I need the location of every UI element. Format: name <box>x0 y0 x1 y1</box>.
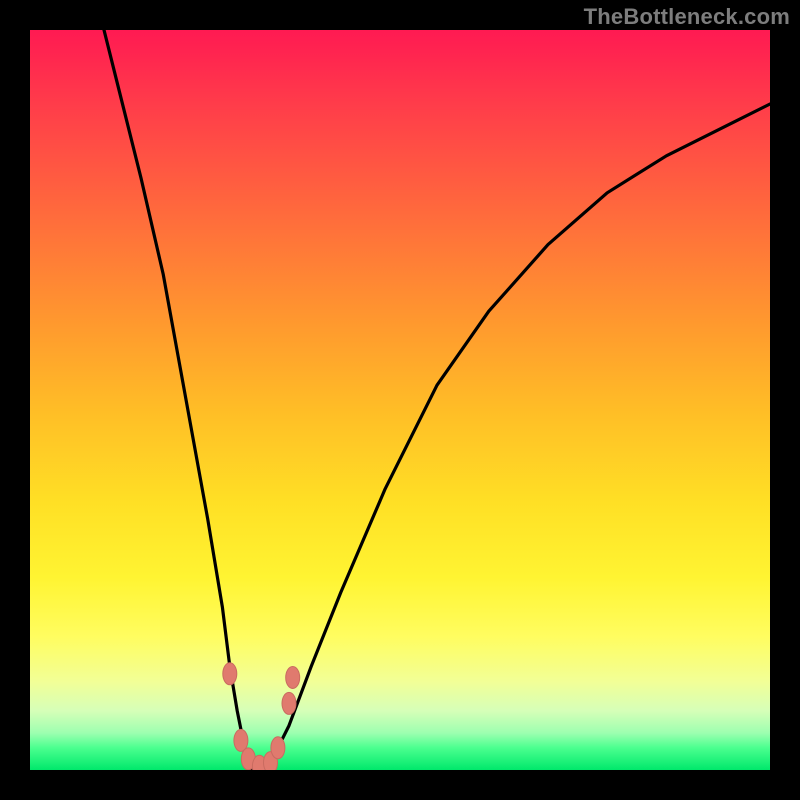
plot-area <box>30 30 770 770</box>
bottleneck-curve-svg <box>30 30 770 770</box>
bottleneck-marker <box>271 737 285 759</box>
frame: TheBottleneck.com <box>0 0 800 800</box>
bottleneck-marker <box>286 667 300 689</box>
bottleneck-marker <box>282 692 296 714</box>
watermark: TheBottleneck.com <box>584 4 790 30</box>
bottleneck-curve <box>104 30 770 770</box>
bottleneck-marker <box>223 663 237 685</box>
